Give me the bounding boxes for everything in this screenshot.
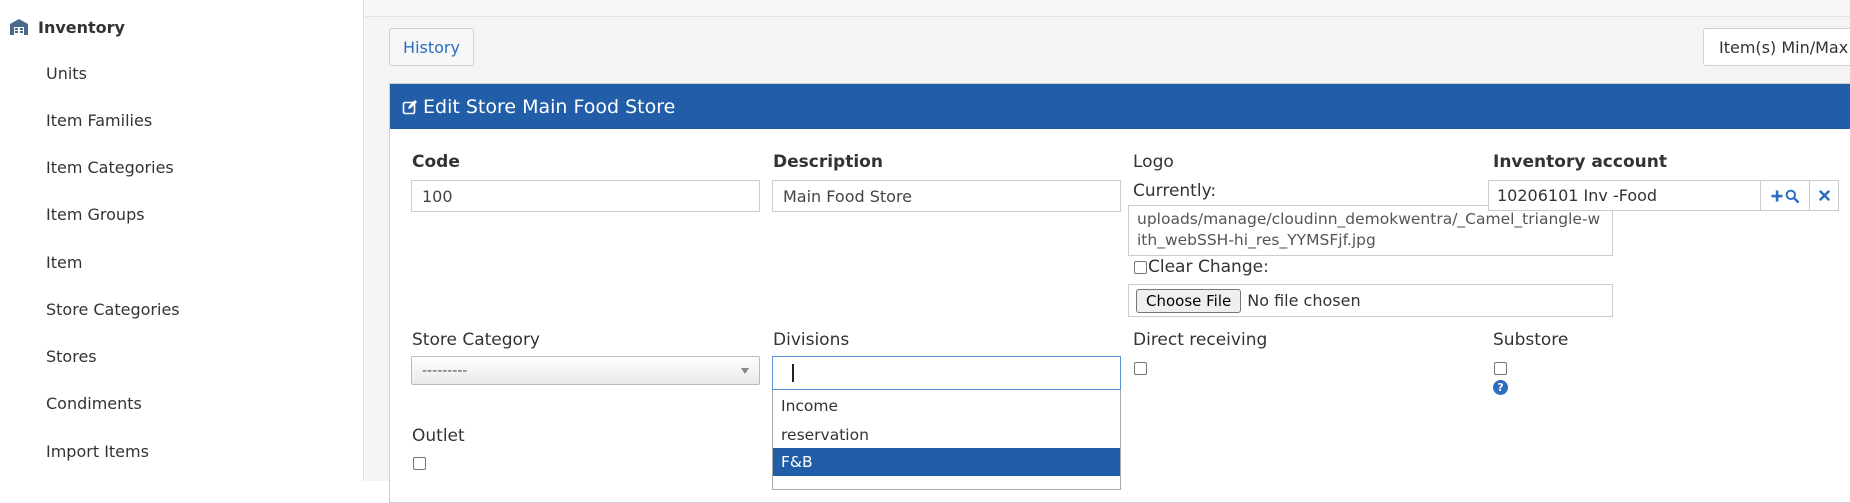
store-category-select[interactable]: --------- [411,356,760,385]
sidebar-item-store-categories[interactable]: Store Categories [46,300,180,320]
substore-label: Substore [1493,330,1569,350]
sidebar: Inventory Units Item Families Item Categ… [0,0,364,481]
description-input[interactable]: Main Food Store [772,180,1121,212]
sidebar-item-item-groups[interactable]: Item Groups [46,205,145,225]
direct-receiving-label: Direct receiving [1133,330,1268,350]
panel-title: Edit Store Main Food Store [423,95,676,118]
logo-currently-label: Currently: [1133,181,1217,201]
no-file-text: No file chosen [1247,291,1361,310]
sidebar-item-item[interactable]: Item [46,253,82,273]
logo-change-label: Change: [1198,257,1269,277]
logo-label: Logo [1133,152,1174,172]
close-icon [1818,190,1830,201]
history-button[interactable]: History [389,28,474,66]
search-icon [1785,189,1799,203]
logo-current-path-link[interactable]: uploads/manage/cloudinn_demokwentra/_Cam… [1128,205,1613,256]
divisions-label: Divisions [773,330,850,350]
sidebar-section-inventory[interactable]: Inventory [9,16,125,38]
logo-clear-label: Clear [1148,257,1193,277]
outlet-checkbox[interactable] [413,457,426,470]
choose-file-button[interactable]: Choose File [1136,288,1242,313]
account-add-search-button[interactable] [1760,180,1810,211]
plus-icon [1771,190,1783,202]
outlet-label: Outlet [412,426,465,446]
help-icon[interactable]: ? [1493,380,1508,395]
division-option-fb[interactable]: F&B [773,448,1120,476]
inventory-account-input[interactable]: 10206101 Inv -Food [1488,180,1761,211]
sidebar-item-import-items[interactable]: Import Items [46,442,149,462]
division-option-reservation[interactable]: reservation [773,421,1120,449]
sidebar-item-condiments[interactable]: Condiments [46,394,142,414]
code-label: Code [412,152,460,172]
sidebar-item-item-categories[interactable]: Item Categories [46,158,174,178]
item-min-max-button[interactable]: Item(s) Min/Max [1703,28,1850,66]
sidebar-item-units[interactable]: Units [46,64,87,84]
logo-file-input: Choose File No file chosen [1128,284,1613,317]
description-label: Description [773,152,883,172]
panel-header: Edit Store Main Food Store [390,84,1850,129]
logo-clear-checkbox[interactable] [1134,261,1147,274]
substore-checkbox[interactable] [1494,362,1507,375]
top-bar [365,0,1850,17]
store-category-selected: --------- [422,362,468,379]
direct-receiving-checkbox[interactable] [1134,362,1147,375]
divisions-dropdown: Income reservation F&B [772,390,1121,490]
inventory-account-label: Inventory account [1493,152,1667,172]
account-clear-button[interactable] [1809,180,1839,211]
store-category-label: Store Category [412,330,540,350]
text-cursor [792,364,794,382]
divisions-search-input[interactable] [772,356,1121,390]
edit-icon [402,99,418,115]
warehouse-icon [9,18,29,36]
sidebar-item-item-families[interactable]: Item Families [46,111,152,131]
sidebar-item-stores[interactable]: Stores [46,347,97,367]
chevron-down-icon [741,368,749,374]
division-option-income[interactable]: Income [773,392,1120,420]
code-input[interactable]: 100 [411,180,760,212]
sidebar-section-label: Inventory [38,17,125,37]
